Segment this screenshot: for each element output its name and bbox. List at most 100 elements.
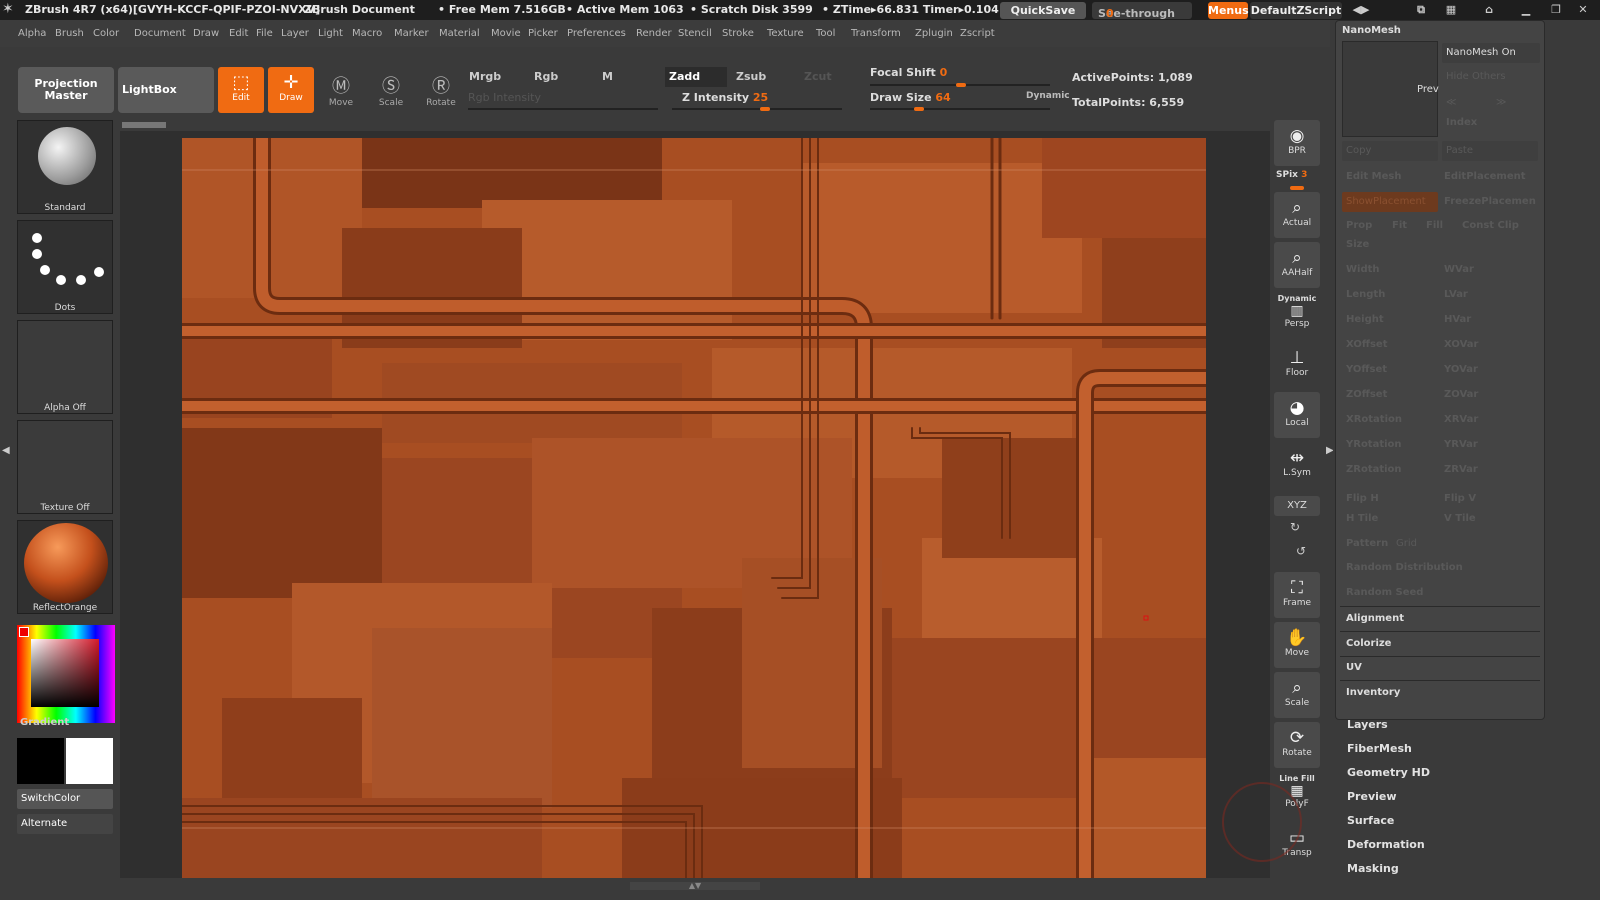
nanomesh-preview[interactable]: Prev xyxy=(1342,41,1439,137)
viewport-bottom-scroll[interactable]: ▲▼ xyxy=(630,882,760,890)
focal-shift-slider[interactable] xyxy=(870,83,1050,87)
focal-shift-knob[interactable] xyxy=(956,83,966,87)
inventory-section[interactable]: Inventory xyxy=(1346,687,1400,698)
edit-placement-button[interactable]: EditPlacement xyxy=(1444,171,1526,182)
menu-stroke[interactable]: Stroke xyxy=(722,28,754,39)
zadd-button[interactable]: Zadd xyxy=(665,67,727,87)
layers-menu[interactable]: Layers xyxy=(1347,718,1545,731)
material-selector[interactable]: ReflectOrange xyxy=(17,520,113,614)
menu-marker[interactable]: Marker xyxy=(394,28,429,39)
fill-button[interactable]: Fill xyxy=(1426,220,1443,231)
edit-mode-button[interactable]: ⬚ Edit xyxy=(218,67,264,113)
menu-texture[interactable]: Texture xyxy=(767,28,804,39)
projection-master-button[interactable]: Projection Master xyxy=(18,67,114,113)
menus-button[interactable]: Menus xyxy=(1208,2,1249,19)
close-icon[interactable]: ✕ xyxy=(1572,3,1594,17)
rotate-view-button[interactable]: ⟳ Rotate xyxy=(1274,722,1320,768)
move-mode-button[interactable]: Ⓜ Move xyxy=(318,67,364,113)
show-placement-button[interactable]: ShowPlacement xyxy=(1342,192,1438,212)
wvar-slider[interactable]: WVar xyxy=(1444,264,1474,275)
quicksave-button[interactable]: QuickSave xyxy=(1000,2,1086,19)
zoffset-slider[interactable]: ZOffset xyxy=(1346,389,1387,400)
floor-button[interactable]: ⊥ Floor xyxy=(1274,342,1320,388)
color-field[interactable] xyxy=(31,639,99,707)
local-button[interactable]: ◕ Local xyxy=(1274,392,1320,438)
hvar-slider[interactable]: HVar xyxy=(1444,314,1471,325)
const-clip-button[interactable]: Const Clip xyxy=(1462,220,1519,231)
menu-render[interactable]: Render xyxy=(636,28,672,39)
yrotation-slider[interactable]: YRotation xyxy=(1346,439,1402,450)
left-tray-toggle-icon[interactable]: ◀ xyxy=(2,445,12,465)
length-slider[interactable]: Length xyxy=(1346,289,1385,300)
move-view-button[interactable]: ✋ Move xyxy=(1274,622,1320,668)
h-tile-slider[interactable]: H Tile xyxy=(1346,513,1378,524)
zovar-slider[interactable]: ZOVar xyxy=(1444,389,1478,400)
rgb-button[interactable]: Rgb xyxy=(530,67,592,87)
scale-view-button[interactable]: ⌕ Scale xyxy=(1274,672,1320,718)
menu-layer[interactable]: Layer xyxy=(281,28,309,39)
home-icon[interactable]: ⌂ xyxy=(1478,3,1500,17)
menu-picker[interactable]: Picker xyxy=(528,28,558,39)
menu-color[interactable]: Color xyxy=(93,28,119,39)
nanomesh-on-button[interactable]: NanoMesh On xyxy=(1442,43,1540,63)
fit-button[interactable]: Fit xyxy=(1392,220,1407,231)
width-slider[interactable]: Width xyxy=(1346,264,1380,275)
zrotation-slider[interactable]: ZRotation xyxy=(1346,464,1402,475)
paste-button[interactable]: Paste xyxy=(1442,141,1538,161)
menu-draw[interactable]: Draw xyxy=(193,28,219,39)
layout-toggle-icon[interactable]: ◀▶ xyxy=(1350,3,1372,17)
xyz-button[interactable]: XYZ xyxy=(1274,496,1320,516)
menu-light[interactable]: Light xyxy=(318,28,343,39)
switchcolor-button[interactable]: SwitchColor xyxy=(17,789,113,809)
fibermesh-menu[interactable]: FiberMesh xyxy=(1347,742,1545,755)
random-seed-slider[interactable]: Random Seed xyxy=(1346,587,1423,598)
yovar-slider[interactable]: YOVar xyxy=(1444,364,1478,375)
brush-selector[interactable]: Standard xyxy=(17,120,113,214)
alternate-button[interactable]: Alternate xyxy=(17,814,113,834)
menu-movie[interactable]: Movie xyxy=(491,28,521,39)
document-canvas[interactable] xyxy=(182,138,1206,878)
masking-menu[interactable]: Masking xyxy=(1347,862,1545,875)
menu-tool[interactable]: Tool xyxy=(816,28,835,39)
prev-index-button[interactable]: ≪ xyxy=(1442,93,1488,113)
copy-button[interactable]: Copy xyxy=(1342,141,1438,161)
menu-preferences[interactable]: Preferences xyxy=(567,28,626,39)
rotate-z-icon[interactable]: ↺ xyxy=(1296,544,1306,558)
zrvar-slider[interactable]: ZRVar xyxy=(1444,464,1478,475)
xrotation-slider[interactable]: XRotation xyxy=(1346,414,1402,425)
deformation-menu[interactable]: Deformation xyxy=(1347,838,1545,851)
size-slider[interactable]: Size xyxy=(1346,239,1369,250)
pattern-grid-dropdown[interactable]: Grid xyxy=(1392,534,1538,554)
alpha-selector[interactable]: Alpha Off xyxy=(17,320,113,414)
main-color-swatch[interactable] xyxy=(17,738,64,784)
alignment-section[interactable]: Alignment xyxy=(1346,613,1404,624)
ui-layout-icon[interactable]: ⧉ xyxy=(1410,3,1432,17)
geometry-hd-menu[interactable]: Geometry HD xyxy=(1347,766,1545,779)
index-slider[interactable]: Index xyxy=(1446,117,1477,128)
zcut-button[interactable]: Zcut xyxy=(800,67,848,87)
draw-size-knob[interactable] xyxy=(914,107,924,111)
surface-menu[interactable]: Surface xyxy=(1347,814,1545,827)
xoffset-slider[interactable]: XOffset xyxy=(1346,339,1387,350)
menu-brush[interactable]: Brush xyxy=(55,28,84,39)
spix-slider[interactable] xyxy=(1290,186,1304,190)
menu-file[interactable]: File xyxy=(256,28,273,39)
texture-selector[interactable]: Texture Off xyxy=(17,420,113,514)
color-picker[interactable] xyxy=(17,625,115,723)
preview-menu[interactable]: Preview xyxy=(1347,790,1545,803)
persp-button[interactable]: Dynamic ▥ Persp xyxy=(1274,292,1320,338)
z-intensity-slider[interactable] xyxy=(672,107,842,111)
viewport-scroll-handle[interactable] xyxy=(122,122,166,128)
mrgb-button[interactable]: Mrgb xyxy=(465,67,527,87)
hide-others-button[interactable]: Hide Others xyxy=(1446,71,1506,82)
maximize-icon[interactable]: ❐ xyxy=(1545,3,1567,17)
color-layout-icon[interactable]: ▦ xyxy=(1440,3,1462,17)
random-distribution-slider[interactable]: Random Distribution xyxy=(1346,562,1463,573)
dynamic-button[interactable]: Dynamic xyxy=(1026,91,1070,101)
colorize-section[interactable]: Colorize xyxy=(1346,638,1391,649)
next-index-button[interactable]: ≫ xyxy=(1492,93,1538,113)
lsym-button[interactable]: ⇹ L.Sym xyxy=(1274,442,1320,488)
xrvar-slider[interactable]: XRVar xyxy=(1444,414,1478,425)
flip-h-button[interactable]: Flip H xyxy=(1346,493,1379,504)
z-intensity-knob[interactable] xyxy=(760,107,770,111)
